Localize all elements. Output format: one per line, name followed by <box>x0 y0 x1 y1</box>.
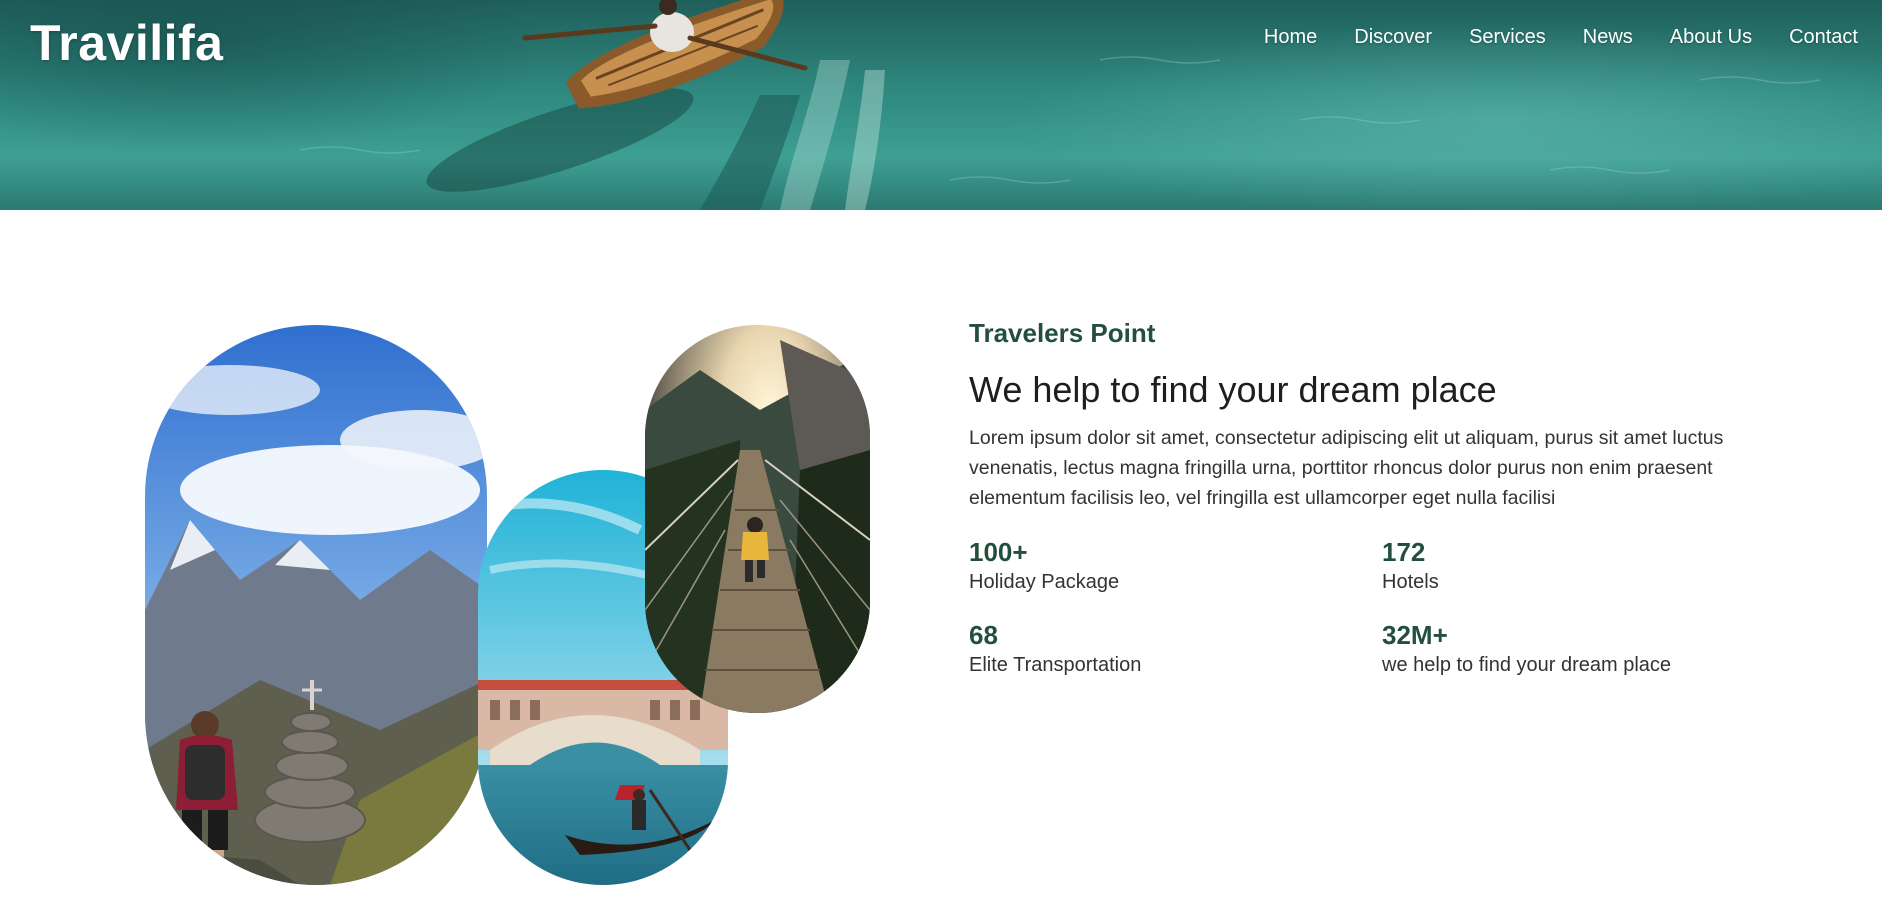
section-headline: We help to find your dream place <box>969 369 1497 410</box>
photo-collage <box>0 210 900 916</box>
nav-news[interactable]: News <box>1583 26 1633 49</box>
section-eyebrow: Travelers Point <box>969 318 1156 348</box>
stat-label: Hotels <box>1382 571 1439 593</box>
hiker-mountain-image <box>145 325 487 885</box>
nav-discover[interactable]: Discover <box>1354 26 1432 49</box>
nav-about-us[interactable]: About Us <box>1670 26 1752 49</box>
nav-contact[interactable]: Contact <box>1789 26 1858 49</box>
stat-value: 32M+ <box>1382 620 1448 650</box>
stat-label: Elite Transportation <box>969 654 1142 676</box>
stat-item-holiday-package: 100+ Holiday Package <box>969 537 1382 594</box>
section-description: Lorem ipsum dolor sit amet, consectetur … <box>969 427 1724 509</box>
stat-value: 68 <box>969 620 998 650</box>
stat-value: 100+ <box>969 537 1028 567</box>
main-nav: Home Discover Services News About Us Con… <box>1227 26 1858 49</box>
stat-label: we help to find your dream place <box>1382 654 1672 676</box>
stat-value: 172 <box>1382 537 1426 567</box>
nav-home[interactable]: Home <box>1264 26 1317 49</box>
about-section: Travelers Point We help to find your dre… <box>969 318 1769 677</box>
stat-label: Holiday Package <box>969 571 1120 593</box>
stats-grid: 100+ Holiday Package 172 Hotels 68 Elite… <box>969 537 1769 677</box>
stat-item-dream-place: 32M+ we help to find your dream place <box>1382 620 1782 677</box>
nav-services[interactable]: Services <box>1469 26 1546 49</box>
hero-banner: Travilifa Home Discover Services News Ab… <box>0 0 1882 210</box>
brand-logo[interactable]: Travilifa <box>30 14 224 72</box>
stat-item-hotels: 172 Hotels <box>1382 537 1782 594</box>
stat-item-elite-transportation: 68 Elite Transportation <box>969 620 1382 677</box>
suspension-bridge-image <box>645 325 870 713</box>
